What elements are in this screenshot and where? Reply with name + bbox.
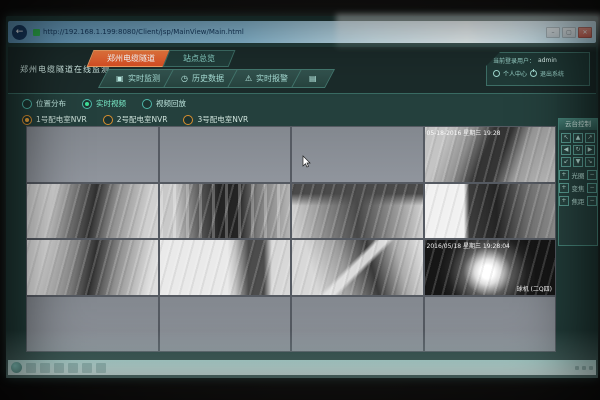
ptz-plus-button[interactable]: + [559,170,569,180]
close-button[interactable]: ✕ [578,27,592,38]
radio-circle-icon [183,115,193,125]
empty-tile[interactable] [27,297,158,352]
ptz-arrow-button[interactable]: ◀ [561,145,571,155]
login-label: 当前登录用户： [493,56,535,65]
camera-tile[interactable]: 05-18-2016 星期三 19:28 [425,127,556,182]
realtime-monitor-icon: ▣ [116,70,124,87]
windows-taskbar [8,360,596,375]
radio-circle-icon [103,115,113,125]
ptz-arrow-button[interactable]: ▼ [573,157,583,167]
camera-tile[interactable] [160,240,291,295]
monitor-screen: ← http://192.168.1.199:8080/Client/jsp/M… [6,16,598,378]
toolbar: ▣实时监测◷历史数据⚠实时报警▤ [108,69,329,88]
tab-active[interactable]: 郑州电缆隧道 [87,50,176,67]
radio-option[interactable]: 3号配电室NVR [183,114,248,125]
empty-tile[interactable] [425,297,556,352]
camera-tile[interactable]: 2016/05/18 星期三 19:28:04 球机 (二Q四) [425,240,556,295]
empty-tile[interactable] [160,297,291,352]
browser-icon[interactable] [82,363,92,373]
ptz-control-label: 光圈 [571,170,586,180]
camera-tile[interactable] [160,184,291,239]
camera-tile[interactable] [292,184,423,239]
ptz-arrow-button[interactable]: ↘ [585,157,595,167]
radio-option[interactable]: 实时视频 [82,98,126,109]
explorer-icon[interactable] [40,363,50,373]
camera-tile[interactable] [27,184,158,239]
url-text: http://192.168.1.199:8080/Client/jsp/Mai… [43,28,244,36]
browser-back-button[interactable]: ← [12,25,27,40]
ptz-arrow-button[interactable]: ↻ [573,145,583,155]
ptz-arrow-button[interactable]: ↖ [561,133,571,143]
view-mode-radios: 位置分布 实时视频 视频回放 [22,98,186,109]
profile-link[interactable]: 个人中心 [503,69,527,78]
site-favicon-icon [33,29,40,36]
browser-address-bar: ← http://192.168.1.199:8080/Client/jsp/M… [8,21,596,43]
history-data-icon: ◷ [181,70,188,87]
page-header: 郑州电缆隧道在线监测 郑州电缆隧道站点总览 ▣实时监测◷历史数据⚠实时报警▤ 当… [8,47,596,94]
main-tabs: 郑州电缆隧道站点总览 [96,50,232,67]
url-field[interactable]: http://192.168.1.199:8080/Client/jsp/Mai… [33,28,542,36]
ptz-minus-button[interactable]: − [587,183,597,193]
realtime-alarm-icon: ⚠ [245,70,252,87]
ptz-plus-button[interactable]: + [559,196,569,206]
empty-tile[interactable] [27,127,158,182]
radio-option[interactable]: 2号配电室NVR [103,114,168,125]
radio-circle-icon [142,99,152,109]
tab-inactive[interactable]: 站点总览 [163,50,236,67]
ptz-plus-button[interactable]: + [559,183,569,193]
ptz-minus-button[interactable]: − [587,196,597,206]
username: admin [538,57,557,64]
empty-tile[interactable] [292,127,423,182]
minimize-button[interactable]: – [546,27,560,38]
empty-tile[interactable] [292,297,423,352]
radio-option[interactable]: 1号配电室NVR [22,114,87,125]
ptz-panel-title: 云台控制 [559,119,597,130]
ptz-arrow-button[interactable]: ▲ [573,133,583,143]
camera-timestamp: 2016/05/18 星期三 19:28:04 [427,241,510,250]
battery-icon[interactable] [589,366,593,370]
ptz-control-label: 变焦 [571,183,586,193]
camera-tile[interactable] [425,184,556,239]
ie-icon[interactable] [26,363,36,373]
folder-icon[interactable] [54,363,64,373]
camera-timestamp: 05-18-2016 星期三 19:28 [427,128,501,137]
radio-circle-icon [22,115,32,125]
ptz-control-label: 焦距 [571,196,586,206]
empty-tile[interactable] [160,127,291,182]
system-tray [575,366,593,370]
volume-icon[interactable] [582,366,586,370]
taskbar-apps [22,363,106,373]
camera-tile[interactable] [292,240,423,295]
media-icon[interactable] [68,363,78,373]
camera-channel-label: 球机 (二Q四) [517,284,552,293]
ptz-arrow-button[interactable]: ↙ [561,157,571,167]
client-icon[interactable] [96,363,106,373]
network-icon[interactable] [575,366,579,370]
ptz-arrow-button[interactable]: ▶ [585,145,595,155]
ptz-control-rows: +光圈−+变焦−+焦距− [559,170,597,206]
maximize-button[interactable]: ▢ [562,27,576,38]
user-panel: 当前登录用户： admin 个人中心 退出系统 [486,52,590,86]
ptz-arrow-pad: ↖▲↗ ◀↻▶ ↙▼↘ [559,133,597,167]
device-manage-icon: ▤ [309,70,317,87]
ptz-minus-button[interactable]: − [587,170,597,180]
radio-option[interactable]: 视频回放 [142,98,186,109]
radio-option[interactable]: 位置分布 [22,98,66,109]
ptz-panel: 云台控制 ↖▲↗◀↻▶↙▼↘ +光圈−+变焦−+焦距− [558,118,598,246]
radio-circle-icon [82,99,92,109]
power-icon [530,70,537,77]
camera-tile[interactable] [27,240,158,295]
logout-link[interactable]: 退出系统 [540,69,564,78]
person-icon [493,70,500,77]
ptz-arrow-button[interactable]: ↗ [585,133,595,143]
start-button[interactable] [11,362,22,373]
video-wall: 05-18-2016 星期三 19:28 2016/05/18 星期三 19:28… [26,126,556,352]
radio-circle-icon [22,99,32,109]
nvr-radios: 1号配电室NVR 2号配电室NVR 3号配电室NVR [22,114,248,125]
window-controls: – ▢ ✕ [546,27,592,38]
